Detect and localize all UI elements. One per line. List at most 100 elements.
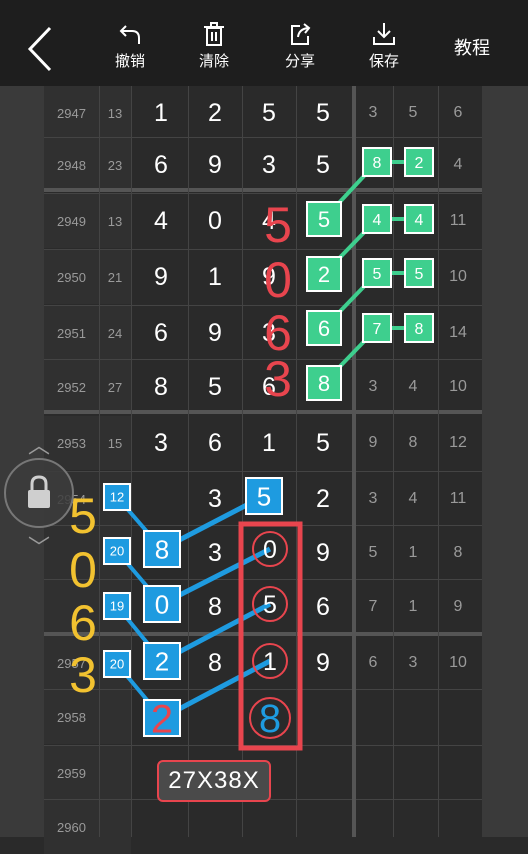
stat-cell (353, 250, 393, 304)
stat-cell: 14 (449, 324, 467, 341)
digit-cell[interactable] (134, 472, 188, 526)
lock-button[interactable] (4, 458, 74, 528)
digit-cell[interactable] (296, 360, 350, 414)
digit-cell[interactable]: 5 (296, 138, 350, 192)
clear-button[interactable]: 清除 (184, 20, 244, 80)
col-divider (393, 86, 394, 837)
digit-cell[interactable]: 0 (188, 194, 242, 248)
save-button[interactable]: 保存 (354, 20, 414, 80)
digit-cell[interactable]: 6 (134, 306, 188, 360)
digit-cell[interactable] (296, 800, 350, 854)
digit-cell[interactable]: 3 (134, 416, 188, 470)
row-id: 2948 (44, 138, 99, 192)
digit-cell[interactable]: 3 (242, 138, 296, 192)
digit-cell[interactable]: 3 (188, 472, 242, 526)
row-sum (99, 636, 131, 690)
section-divider (352, 86, 356, 837)
toolbar: 撤销 清除 分享 保存 教程 (0, 6, 528, 86)
row-id (44, 580, 99, 634)
digit-cell[interactable] (242, 472, 296, 526)
digit-cell[interactable]: 5 (242, 86, 296, 140)
digit-cell[interactable]: 9 (296, 526, 350, 580)
digit-cell[interactable]: 4 (134, 194, 188, 248)
chevron-up-icon[interactable]: ︿ (28, 428, 50, 460)
digit-cell[interactable] (242, 580, 296, 634)
digit-cell[interactable] (242, 636, 296, 690)
digit-cell[interactable]: 9 (296, 636, 350, 690)
digit-cell[interactable]: 5 (296, 416, 350, 470)
digit-cell[interactable] (296, 690, 350, 744)
digit-cell[interactable]: 8 (188, 580, 242, 634)
row-id (44, 526, 99, 580)
trash-icon (184, 20, 244, 48)
digit-cell[interactable]: 8 (188, 636, 242, 690)
digit-cell[interactable]: 9 (188, 306, 242, 360)
digit-cell[interactable]: 5 (296, 86, 350, 140)
digit-cell[interactable] (296, 746, 350, 800)
digit-cell[interactable]: 1 (188, 250, 242, 304)
back-button[interactable] (22, 24, 62, 74)
stat-cell (393, 194, 433, 248)
clear-label: 清除 (198, 53, 229, 70)
share-icon (270, 20, 330, 48)
stat-cell (353, 746, 393, 800)
digit-cell[interactable] (134, 690, 188, 744)
row-id: 2957 (44, 636, 99, 690)
table-row: 2949 13 4 0 4 11 (44, 194, 482, 248)
digit-cell[interactable]: 2 (296, 472, 350, 526)
stat-cell (353, 800, 393, 854)
digit-cell[interactable] (242, 690, 296, 744)
col-divider (131, 86, 132, 837)
digit-cell[interactable]: 9 (188, 138, 242, 192)
digit-cell[interactable] (296, 250, 350, 304)
digit-cell[interactable] (296, 194, 350, 248)
table-row: 2951 24 6 9 3 14 (44, 306, 482, 360)
lock-icon (28, 475, 50, 508)
row-sum (99, 690, 131, 744)
digit-cell[interactable]: 9 (134, 250, 188, 304)
digit-cell[interactable] (188, 800, 242, 854)
row-divider (44, 471, 482, 472)
digit-cell[interactable]: 6 (242, 360, 296, 414)
digit-cell[interactable]: 9 (242, 250, 296, 304)
digit-cell[interactable] (242, 526, 296, 580)
col-divider (242, 86, 243, 837)
digit-cell[interactable]: 1 (242, 416, 296, 470)
digit-cell[interactable] (134, 526, 188, 580)
digit-cell[interactable] (296, 306, 350, 360)
stat-cell: 9 (453, 598, 463, 615)
row-sum: 13 (99, 86, 131, 140)
digit-cell[interactable] (188, 690, 242, 744)
digit-cell[interactable]: 2 (188, 86, 242, 140)
digit-cell[interactable]: 4 (242, 194, 296, 248)
row-divider (44, 305, 482, 306)
digit-cell[interactable] (134, 800, 188, 854)
row-divider (44, 525, 482, 526)
stat-cell: 10 (449, 378, 467, 395)
row-id: 2958 (44, 690, 99, 744)
digit-cell[interactable]: 6 (188, 416, 242, 470)
share-button[interactable]: 分享 (270, 20, 330, 80)
table-row: 2957 8 9 6 3 10 (44, 636, 482, 690)
digit-cell[interactable]: 8 (134, 360, 188, 414)
table-row: 2948 23 6 9 3 5 4 (44, 138, 482, 192)
row-id: 2951 (44, 306, 99, 360)
digit-cell[interactable]: 6 (134, 138, 188, 192)
table-row: 39 5 1 8 (44, 526, 482, 580)
stat-cell: 3 (368, 490, 378, 507)
undo-button[interactable]: 撤销 (100, 20, 160, 80)
col-divider (438, 86, 439, 837)
table-row: 2950 21 9 1 9 10 (44, 250, 482, 304)
digit-cell[interactable]: 6 (296, 580, 350, 634)
digit-cell[interactable]: 5 (188, 360, 242, 414)
chevron-down-icon[interactable]: ﹀ (28, 530, 50, 562)
digit-cell[interactable] (134, 580, 188, 634)
digit-cell[interactable]: 1 (134, 86, 188, 140)
stat-cell: 10 (449, 654, 467, 671)
digit-cell[interactable] (134, 636, 188, 690)
digit-cell[interactable] (242, 800, 296, 854)
stat-cell: 1 (408, 544, 418, 561)
tutorial-button[interactable]: 教程 (454, 34, 490, 60)
digit-cell[interactable]: 3 (188, 526, 242, 580)
digit-cell[interactable]: 3 (242, 306, 296, 360)
